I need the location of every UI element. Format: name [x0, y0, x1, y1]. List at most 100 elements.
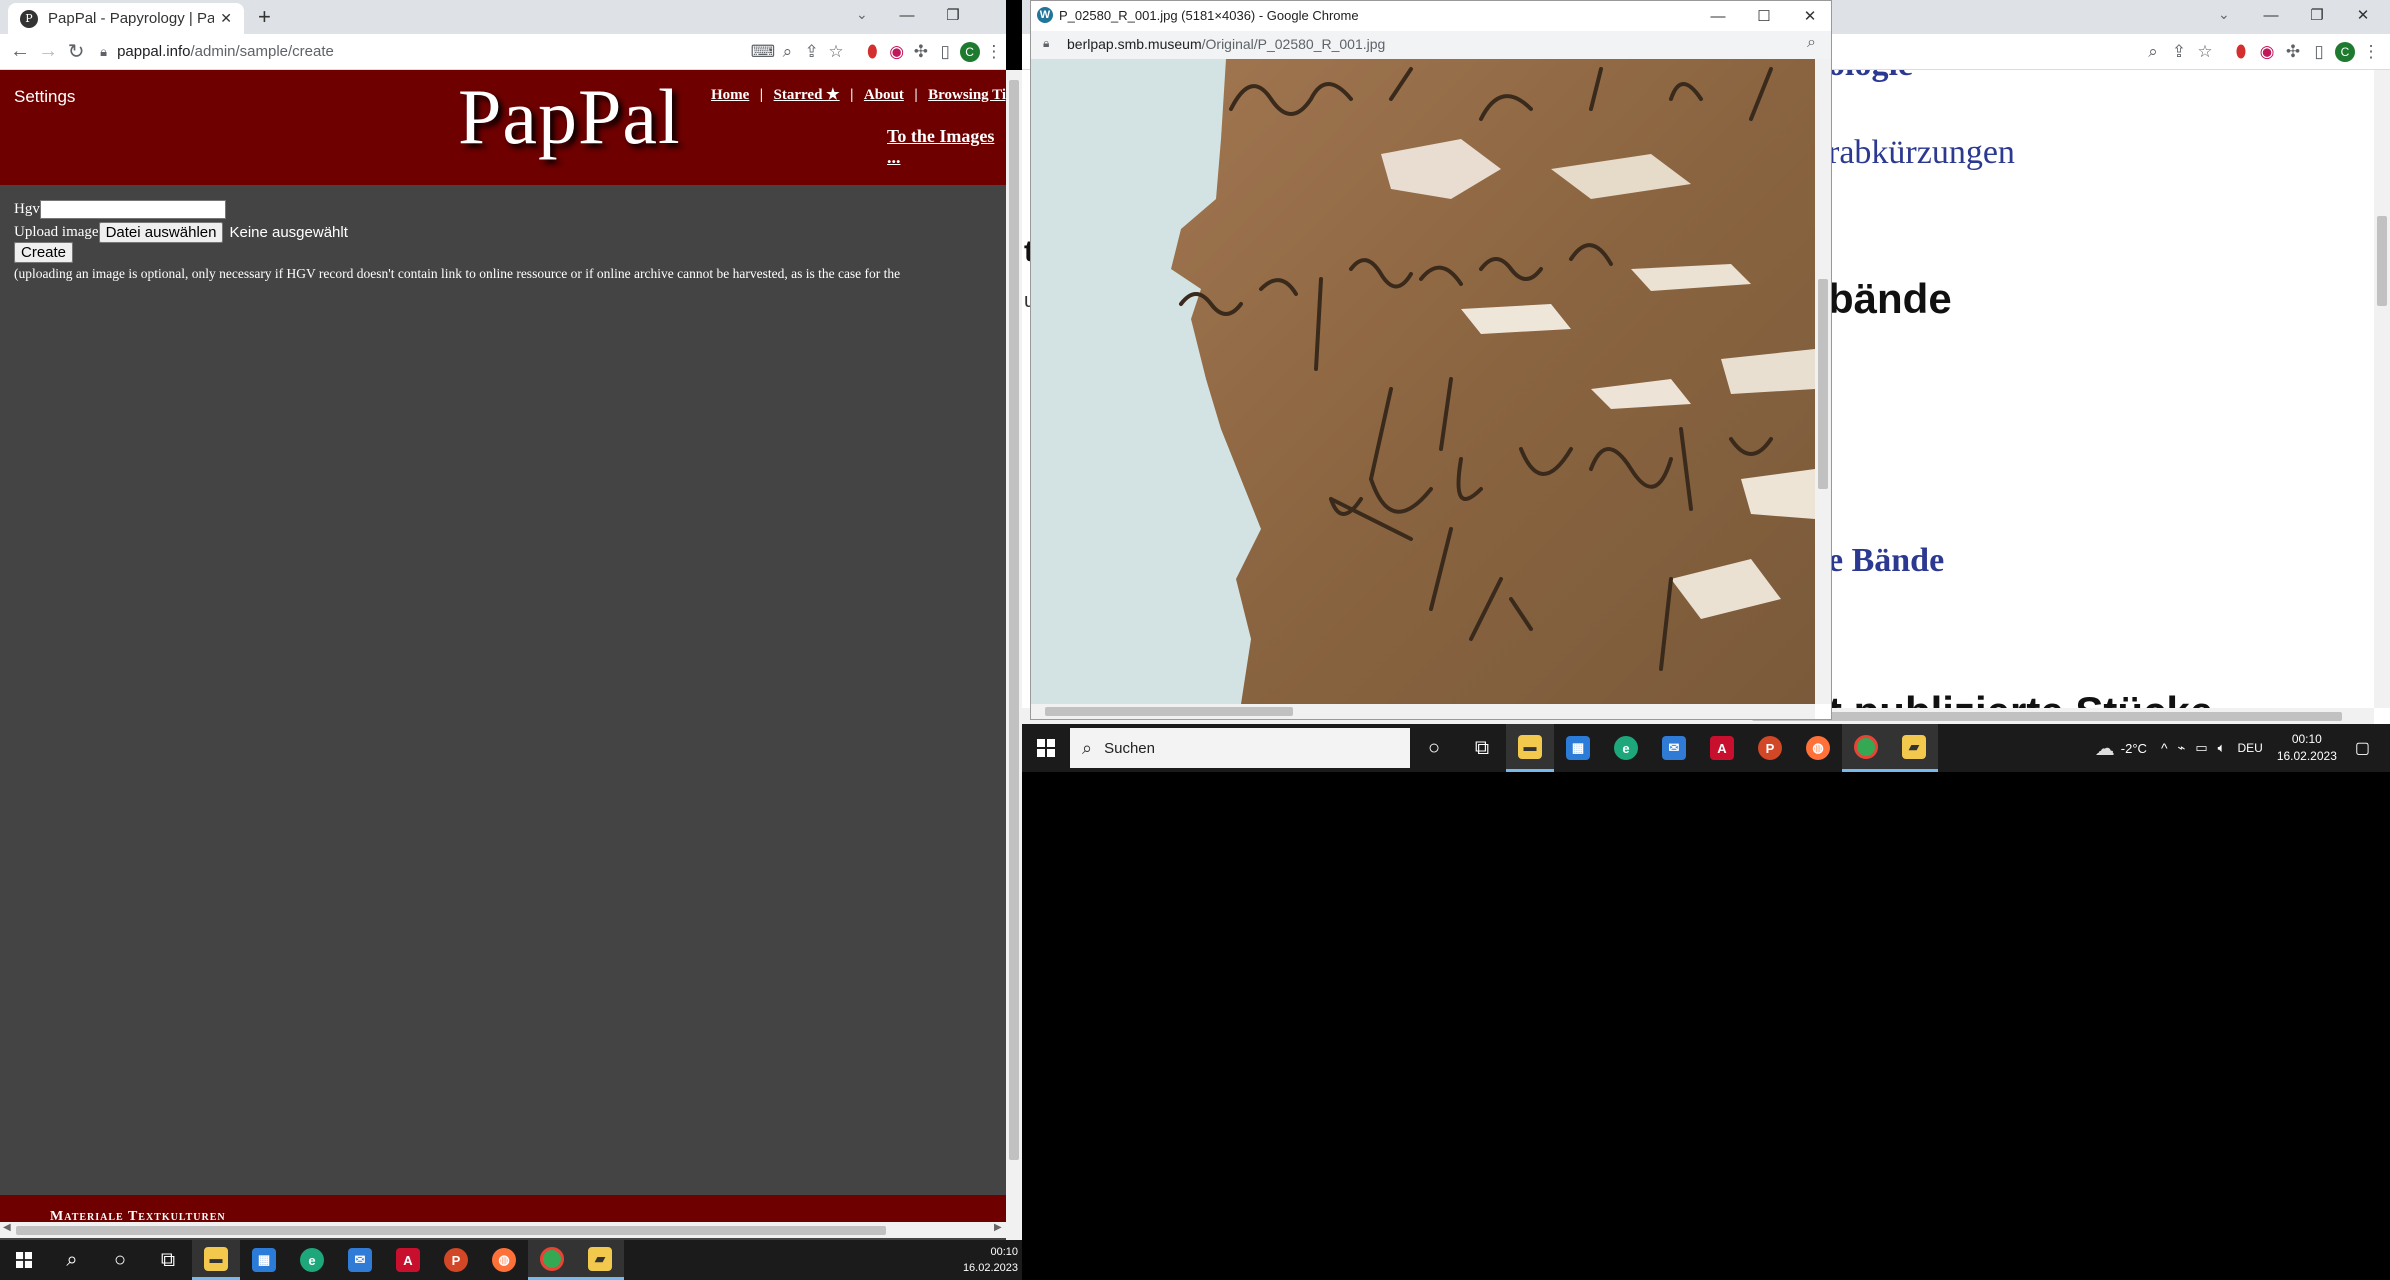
forward-arrow-icon[interactable]: →: [34, 37, 62, 67]
tray-chevron-icon[interactable]: ^: [2161, 740, 2168, 756]
nav-starred[interactable]: Starred ★: [774, 87, 840, 103]
right-close-button[interactable]: ✕: [2340, 0, 2386, 30]
language-indicator[interactable]: DEU: [2237, 741, 2262, 755]
main-firefox-icon[interactable]: ◍: [480, 1240, 528, 1280]
main-edge-icon[interactable]: e: [288, 1240, 336, 1280]
nav-about[interactable]: About: [864, 87, 904, 103]
task-view-icon[interactable]: ⧉: [1458, 724, 1506, 772]
weather-temp[interactable]: -2°C: [2121, 741, 2147, 756]
battery-icon[interactable]: ▭: [2195, 740, 2207, 756]
extension-purple-icon[interactable]: ◉: [884, 39, 908, 65]
weather-cloud-icon[interactable]: ☁: [2095, 736, 2115, 761]
translate-icon[interactable]: ⌨: [751, 39, 776, 65]
vertical-scrollbar[interactable]: [1006, 70, 1022, 1240]
site-title[interactable]: PapPal: [458, 72, 681, 162]
main-cortana-icon[interactable]: ○: [96, 1240, 144, 1280]
store-icon[interactable]: ▦: [1554, 724, 1602, 772]
zoom-icon[interactable]: ⌕: [775, 39, 799, 65]
taskbar-search-box[interactable]: ⌕ Suchen: [1070, 728, 1410, 768]
menu-dots-icon[interactable]: ⋮: [982, 39, 1006, 65]
top-nav: Home | Starred ★ | About | Browsing Tips…: [711, 85, 1055, 104]
horizontal-scroll-thumb[interactable]: [16, 1226, 886, 1235]
text-ologie[interactable]: ologie: [1828, 70, 1913, 84]
right-bookmark-star-icon[interactable]: ☆: [2192, 39, 2218, 65]
acrobat-icon[interactable]: A: [1698, 724, 1746, 772]
extension-red-icon[interactable]: ⬮: [860, 39, 884, 65]
clock[interactable]: 00:10 16.02.2023: [2277, 731, 2337, 765]
settings-link[interactable]: Settings: [14, 87, 75, 107]
restore-button[interactable]: ❐: [930, 0, 976, 30]
network-icon[interactable]: ⌁: [2178, 740, 2186, 756]
right-tab-search-icon[interactable]: ⌄: [2218, 6, 2230, 23]
profile-avatar[interactable]: C: [957, 39, 981, 65]
popup-vertical-scroll-thumb[interactable]: [1818, 279, 1828, 489]
right-vertical-scrollbar[interactable]: [2374, 70, 2390, 708]
popup-horizontal-scrollbar[interactable]: [1031, 704, 1815, 719]
tab-search-icon[interactable]: ⌄: [856, 6, 868, 23]
share-icon[interactable]: ⇪: [800, 39, 824, 65]
cortana-icon[interactable]: ○: [1410, 724, 1458, 772]
choose-file-button[interactable]: Datei auswählen: [98, 222, 224, 243]
popup-minimize-button[interactable]: —: [1695, 1, 1741, 31]
main-file-explorer-icon[interactable]: ▬: [192, 1240, 240, 1280]
text-e-baende[interactable]: e Bände: [1828, 542, 1944, 580]
right-horizontal-scroll-thumb[interactable]: [1752, 712, 2342, 721]
minimize-button[interactable]: —: [884, 0, 930, 30]
right-profile-avatar[interactable]: C: [2332, 39, 2358, 65]
popup-maximize-button[interactable]: ☐: [1741, 1, 1787, 31]
volume-icon[interactable]: 🔈︎: [2218, 740, 2226, 756]
main-start-windows-icon[interactable]: [0, 1240, 48, 1280]
extensions-puzzle-icon[interactable]: ✣: [909, 39, 933, 65]
nav-home[interactable]: Home: [711, 87, 749, 103]
right-side-panel-icon[interactable]: ▯: [2306, 39, 2332, 65]
address-bar[interactable]: pappal.info/admin/sample/create: [117, 43, 641, 60]
scroll-left-arrow-icon[interactable]: ◀: [3, 1222, 11, 1233]
bookmark-star-icon[interactable]: ☆: [824, 39, 848, 65]
main-task-view-icon[interactable]: ⧉: [144, 1240, 192, 1280]
main-acrobat-icon[interactable]: A: [384, 1240, 432, 1280]
right-extension-red-icon[interactable]: ⬮: [2228, 39, 2254, 65]
horizontal-scrollbar[interactable]: ◀ ▶: [0, 1222, 1006, 1238]
text-abkuerzungen[interactable]: rabkürzungen: [1828, 134, 2015, 172]
hgv-input[interactable]: [39, 200, 226, 219]
main-store-icon[interactable]: ▦: [240, 1240, 288, 1280]
side-panel-icon[interactable]: ▯: [933, 39, 957, 65]
mail-icon[interactable]: ✉: [1650, 724, 1698, 772]
main-mail-icon[interactable]: ✉: [336, 1240, 384, 1280]
right-restore-button[interactable]: ❐: [2294, 0, 2340, 30]
back-arrow-icon[interactable]: ←: [6, 37, 34, 67]
file-explorer-icon[interactable]: ▬: [1506, 724, 1554, 772]
tab-pappal[interactable]: P PapPal - Papyrology | Paleograph ✕: [8, 3, 244, 34]
start-windows-icon[interactable]: [1022, 724, 1070, 772]
file-app-icon[interactable]: ▰: [1890, 724, 1938, 772]
popup-vertical-scrollbar[interactable]: [1815, 59, 1831, 704]
firefox-icon[interactable]: ◍: [1794, 724, 1842, 772]
right-minimize-button[interactable]: —: [2248, 0, 2294, 30]
main-clock[interactable]: 00:10 16.02.2023: [963, 1244, 1018, 1276]
right-menu-dots-icon[interactable]: ⋮: [2358, 39, 2384, 65]
right-extensions-puzzle-icon[interactable]: ✣: [2280, 39, 2306, 65]
powerpoint-icon[interactable]: P: [1746, 724, 1794, 772]
new-tab-button[interactable]: +: [258, 4, 271, 30]
main-chrome-icon[interactable]: [528, 1240, 576, 1280]
popup-zoom-icon[interactable]: ⌕: [1807, 34, 1816, 52]
create-button[interactable]: Create: [14, 242, 74, 263]
edge-icon[interactable]: e: [1602, 724, 1650, 772]
popup-close-button[interactable]: ✕: [1787, 1, 1833, 31]
notifications-icon[interactable]: ▢: [2355, 738, 2370, 758]
main-file-app-icon[interactable]: ▰: [576, 1240, 624, 1280]
popup-horizontal-scroll-thumb[interactable]: [1045, 707, 1293, 716]
close-tab-icon[interactable]: ✕: [220, 10, 232, 27]
right-extension-purple-icon[interactable]: ◉: [2254, 39, 2280, 65]
scroll-right-arrow-icon[interactable]: ▶: [994, 1222, 1002, 1233]
popup-url[interactable]: berlpap.smb.museum/Original/P_02580_R_00…: [1067, 36, 1385, 52]
right-zoom-icon[interactable]: ⌕: [2140, 39, 2166, 65]
main-powerpoint-icon[interactable]: P: [432, 1240, 480, 1280]
vertical-scroll-thumb[interactable]: [1009, 80, 1019, 1160]
right-share-icon[interactable]: ⇪: [2166, 39, 2192, 65]
to-images-link[interactable]: To the Images ...: [887, 126, 994, 167]
chrome-icon[interactable]: [1842, 724, 1890, 772]
reload-icon[interactable]: ↻: [62, 37, 90, 67]
right-vertical-scroll-thumb[interactable]: [2377, 216, 2387, 306]
main-search-icon[interactable]: ⌕: [48, 1240, 96, 1280]
